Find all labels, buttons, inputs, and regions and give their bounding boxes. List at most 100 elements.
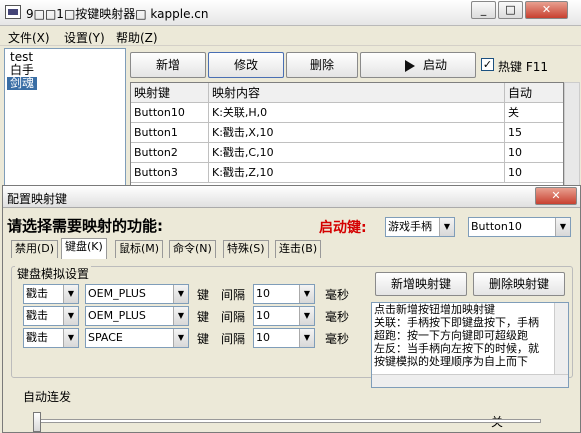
interval-value: 10 [256,331,270,344]
dropdown-arrow-icon: ▼ [173,329,188,347]
dialog-titlebar[interactable]: 配置映射键 ✕ [3,186,580,208]
key-label: 键 [197,310,210,324]
tab-keyboard[interactable]: 键盘(K) [61,238,107,259]
add-key-button[interactable]: 新增映射键 [375,272,467,296]
key-value: SPACE [88,331,123,344]
interval-label: 间隔 [221,310,246,324]
interval-select[interactable]: 10 ▼ [253,328,315,348]
tab-command[interactable]: 命令(N) [169,240,216,258]
table-cell[interactable]: K:戳击,C,10 [209,143,505,163]
column-header[interactable]: 映射键 [131,83,209,103]
key-label: 键 [197,332,210,346]
dropdown-arrow-icon: ▼ [555,218,570,236]
help-line: 按键模拟的处理顺序为自上而下 [374,355,528,368]
hotkey-checkbox[interactable]: ✓ [481,58,494,71]
tab-combo[interactable]: 连击(B) [275,240,322,258]
interval-select[interactable]: 10 ▼ [253,284,315,304]
action-select[interactable]: 戳击 ▼ [23,284,79,304]
table-cell[interactable]: Button3 [131,163,209,183]
window-title: 9□□1□按键映射器□ kapple.cn [26,7,209,21]
key-select[interactable]: OEM_PLUS ▼ [85,306,189,326]
table-cell[interactable]: Button2 [131,143,209,163]
edit-button[interactable]: 修改 [208,52,284,78]
dropdown-arrow-icon: ▼ [63,285,78,303]
auto-fire-label: 自动连发 [23,390,72,404]
button-value: Button10 [471,220,522,233]
interval-select[interactable]: 10 ▼ [253,306,315,326]
help-line: 左反：当手柄向左按下的时候，就 [374,342,539,355]
add-button[interactable]: 新增 [130,52,206,78]
interval-value: 10 [256,309,270,322]
table-cell[interactable]: Button10 [131,103,209,123]
action-select[interactable]: 戳击 ▼ [23,328,79,348]
action-value: 戳击 [26,287,48,300]
start-label: 启动 [423,58,448,72]
menu-settings[interactable]: 设置(Y) [64,29,105,46]
action-select[interactable]: 戳击 ▼ [23,306,79,326]
help-hscroll[interactable] [372,374,568,387]
main-titlebar[interactable]: 9□□1□按键映射器□ kapple.cn _ □ ✕ [0,0,581,26]
device-select[interactable]: 游戏手柄 ▼ [385,217,455,237]
action-value: 戳击 [26,309,48,322]
close-button[interactable]: ✕ [525,1,568,19]
profile-list[interactable]: test 白手 剑魂 [4,48,126,188]
hotkey-label: 热键 F11 [498,60,548,74]
dropdown-arrow-icon: ▼ [173,307,188,325]
ms-label: 毫秒 [325,332,350,346]
dropdown-arrow-icon: ▼ [439,218,454,236]
table-cell[interactable]: 15 [505,123,563,143]
help-line: 关联：手柄按下即键盘按下，手柄 [374,316,539,329]
play-icon [405,60,415,72]
table-cell[interactable]: K:戳击,X,10 [209,123,505,143]
table-cell[interactable]: 关 [505,103,563,123]
profile-item-selected[interactable]: 剑魂 [7,77,38,90]
device-value: 游戏手柄 [388,220,432,233]
interval-label: 间隔 [221,332,246,346]
key-label: 键 [197,288,210,302]
dropdown-arrow-icon: ▼ [299,285,314,303]
column-header[interactable]: 自动 [505,83,563,103]
dialog-close-button[interactable]: ✕ [535,187,577,205]
key-value: OEM_PLUS [88,309,146,322]
table-cell[interactable]: K:关联,H,0 [209,103,505,123]
slider-thumb[interactable] [33,412,41,432]
menu-help[interactable]: 帮助(Z) [116,29,158,46]
button-select[interactable]: Button10 ▼ [468,217,571,237]
help-vscroll[interactable] [554,303,568,375]
minimize-button[interactable]: _ [471,1,496,19]
ms-label: 毫秒 [325,310,350,324]
start-key-label: 启动键: [319,220,367,236]
table-cell[interactable]: 10 [505,163,563,183]
key-select[interactable]: OEM_PLUS ▼ [85,284,189,304]
delete-button[interactable]: 删除 [286,52,358,78]
maximize-button[interactable]: □ [498,1,523,19]
column-header[interactable]: 映射内容 [209,83,505,103]
help-line: 点击新增按钮增加映射键 [374,303,495,316]
key-select[interactable]: SPACE ▼ [85,328,189,348]
table-cell[interactable]: 10 [505,143,563,163]
help-textbox[interactable]: 点击新增按钮增加映射键 关联：手柄按下即键盘按下，手柄 超跑：按一下方向键即可超… [371,302,569,388]
start-button[interactable]: 启动 [360,52,476,78]
action-value: 戳击 [26,331,48,344]
tab-special[interactable]: 特殊(S) [223,240,269,258]
dropdown-arrow-icon: ▼ [63,329,78,347]
prompt-label: 请选择需要映射的功能: [7,217,163,235]
tab-disable[interactable]: 禁用(D) [11,240,59,258]
mapping-table[interactable]: 映射键 映射内容 自动 Button10 K:关联,H,0 关 Button1 … [130,82,564,188]
dropdown-arrow-icon: ▼ [299,307,314,325]
tab-mouse[interactable]: 鼠标(M) [115,240,164,258]
delete-key-button[interactable]: 删除映射键 [473,272,565,296]
table-scrollbar[interactable] [564,82,580,188]
dropdown-arrow-icon: ▼ [299,329,314,347]
group-label: 键盘模拟设置 [15,265,92,282]
dropdown-arrow-icon: ▼ [173,285,188,303]
table-cell[interactable]: K:戳击,Z,10 [209,163,505,183]
dropdown-arrow-icon: ▼ [63,307,78,325]
auto-fire-slider[interactable] [37,419,541,423]
menu-file[interactable]: 文件(X) [8,29,50,46]
table-cell[interactable]: Button1 [131,123,209,143]
config-dialog: 配置映射键 ✕ 请选择需要映射的功能: 启动键: 游戏手柄 ▼ Button10 ▼… [2,185,581,433]
dialog-title: 配置映射键 [7,192,68,206]
help-line: 超跑：按一下方向键即可超级跑 [374,329,528,342]
key-value: OEM_PLUS [88,287,146,300]
